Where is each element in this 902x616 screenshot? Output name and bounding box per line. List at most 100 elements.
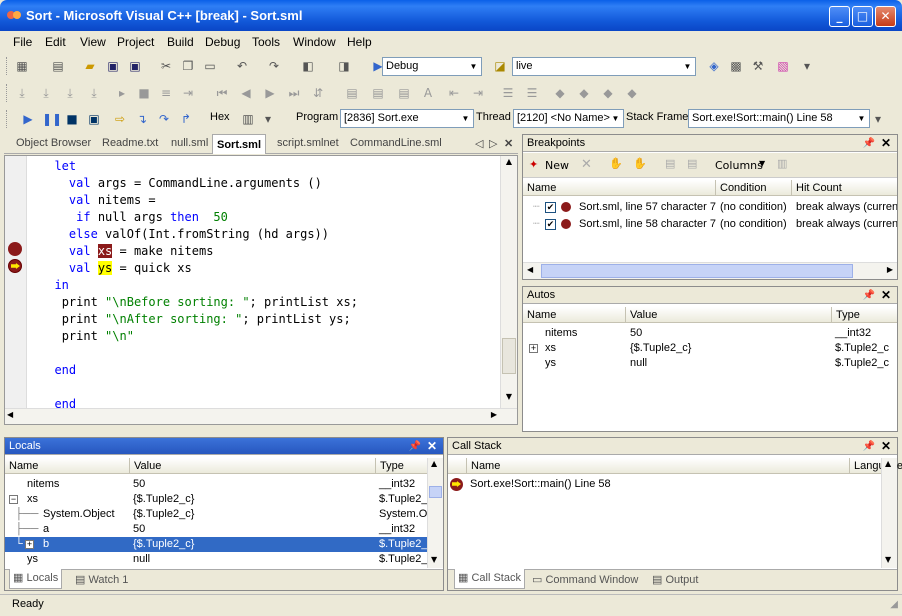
tab-command-window[interactable]: ▭ Command Window (532, 573, 638, 586)
thread-select[interactable]: [2120] <No Name> ▼ (513, 109, 624, 128)
next-bookmark-icon[interactable]: ◆ (576, 85, 592, 101)
tab-object-browser[interactable]: Object Browser (16, 137, 91, 149)
header-name[interactable]: Name (523, 180, 556, 196)
solution-explorer-icon[interactable]: ◈ (706, 58, 722, 74)
header-name[interactable]: Name (523, 307, 556, 323)
uncomment-icon[interactable]: ☰ (524, 85, 540, 101)
expand-icon[interactable]: + (25, 540, 34, 549)
toolbar-options-icon[interactable]: ▾ (870, 111, 886, 127)
paste-icon[interactable]: ▭ (202, 58, 218, 74)
menu-project[interactable]: Project (117, 35, 154, 49)
menu-view[interactable]: View (80, 35, 106, 49)
horizontal-scrollbar[interactable]: ◀ ▶ (5, 408, 517, 424)
scroll-thumb[interactable] (429, 486, 442, 498)
tab-output[interactable]: ▤ Output (652, 573, 698, 586)
scroll-right-icon[interactable]: ▶ (887, 265, 893, 274)
header-name[interactable]: Name (466, 458, 500, 474)
scroll-thumb[interactable] (502, 338, 516, 374)
class-view-icon[interactable]: ▧ (775, 58, 791, 74)
vertical-scrollbar[interactable]: ▲ ▼ (500, 156, 517, 409)
scroll-up-icon[interactable]: ▲ (885, 459, 891, 468)
go-to-source-icon[interactable]: ▤ (665, 157, 675, 170)
breakpoint-icon[interactable] (8, 242, 22, 256)
restart-icon[interactable]: ▣ (86, 111, 102, 127)
pin-icon[interactable]: 📌 (863, 135, 875, 152)
comment-icon[interactable]: ☰ (500, 85, 516, 101)
header-value[interactable]: Value (625, 307, 657, 323)
step-out-icon[interactable]: ↱ (178, 111, 194, 127)
horizontal-scrollbar[interactable]: ◀ ▶ (523, 262, 897, 279)
tab-call-stack[interactable]: ▦ Call Stack (454, 569, 525, 589)
outdent-icon[interactable]: ⇤ (446, 85, 462, 101)
pin-icon[interactable]: 📌 (409, 438, 421, 455)
tab-readme[interactable]: Readme.txt (102, 137, 158, 149)
disable-all-breakpoints-icon[interactable]: ✋ (633, 157, 647, 170)
scroll-up-icon[interactable]: ▲ (431, 459, 437, 468)
last-icon[interactable]: ⏭ (286, 85, 302, 101)
scroll-down-icon[interactable]: ▼ (502, 392, 516, 407)
toggle-icon[interactable]: ⇵ (310, 85, 326, 101)
first-icon[interactable]: ⏮ (214, 85, 230, 101)
breakpoint-checkbox[interactable]: ✔ (545, 202, 556, 213)
toolbar-grip[interactable] (6, 84, 9, 102)
columns-button[interactable]: Columns (715, 159, 763, 172)
autos-row[interactable]: ys null $.Tuple2_c (523, 356, 897, 371)
tab-null-sml[interactable]: null.sml (171, 137, 208, 149)
delete-breakpoint-icon[interactable]: ✕ (581, 157, 592, 172)
scroll-up-icon[interactable]: ▲ (502, 157, 516, 172)
add-item-icon[interactable]: ▤ (50, 58, 66, 74)
locals-row-selected[interactable]: └ + b {$.Tuple2_c} $.Tuple2_c (5, 537, 427, 552)
scroll-down-icon[interactable]: ▼ (885, 555, 891, 564)
save-all-icon[interactable]: ▣ (127, 58, 143, 74)
autos-row[interactable]: + xs {$.Tuple2_c} $.Tuple2_c (523, 341, 897, 356)
menu-window[interactable]: Window (293, 35, 336, 49)
copy-icon[interactable]: ❐ (180, 58, 196, 74)
close-button[interactable]: ✕ (875, 6, 896, 27)
current-statement-icon[interactable] (8, 259, 22, 273)
menu-build[interactable]: Build (167, 35, 194, 49)
properties-icon[interactable]: ▩ (728, 58, 744, 74)
cancel-build-icon[interactable]: ⤓ (86, 85, 102, 101)
save-icon[interactable]: ▣ (105, 58, 121, 74)
nav-forward-icon[interactable]: ◨ (336, 58, 352, 74)
font-icon[interactable]: A (420, 85, 436, 101)
tab-script-smlnet[interactable]: script.smlnet (277, 137, 339, 149)
find-in-files-icon[interactable]: ◪ (492, 58, 508, 74)
open-folder-icon[interactable]: ▰ (82, 58, 98, 74)
break-all-icon[interactable]: ❚❚ (42, 111, 62, 127)
scroll-thumb[interactable] (541, 264, 853, 278)
locals-row[interactable]: − xs {$.Tuple2_c} $.Tuple2_c (5, 492, 427, 507)
breakpoint-row[interactable]: ┈ ✔ Sort.sml, line 58 character 7 (no co… (523, 217, 897, 232)
indent2-icon[interactable]: ⇥ (470, 85, 486, 101)
resize-grip-icon[interactable]: ◢ (890, 599, 898, 610)
toolbar-grip[interactable] (6, 57, 9, 75)
program-select[interactable]: [2836] Sort.exe ▼ (340, 109, 474, 128)
pin-icon[interactable]: 📌 (863, 287, 875, 304)
header-type[interactable]: Type (831, 307, 860, 323)
configuration-select[interactable]: Debug ▼ (382, 57, 482, 76)
scroll-right-icon[interactable]: ▶ (491, 410, 497, 419)
header-type[interactable]: Type (375, 458, 404, 474)
locals-row[interactable]: ├── System.Object {$.Tuple2_c} System.Ob… (5, 507, 427, 522)
continue-icon[interactable]: ▶ (20, 111, 36, 127)
format-icon[interactable]: ≡ (158, 85, 174, 101)
breakpoint-gutter[interactable] (5, 156, 27, 409)
header-hit-count[interactable]: Hit Count (791, 180, 842, 196)
collapse-icon[interactable]: − (9, 495, 18, 504)
close-icon[interactable]: ✕ (881, 135, 891, 152)
new-project-icon[interactable]: ▦ (14, 58, 30, 74)
locals-row[interactable]: nitems 50 __int32 (5, 477, 427, 492)
scroll-left-icon[interactable]: ◀ (7, 410, 13, 419)
pin-icon[interactable]: 📌 (863, 438, 875, 455)
tab-scroll-right-icon[interactable]: ▷ (489, 137, 497, 150)
header-name[interactable]: Name (5, 458, 38, 474)
tab-locals[interactable]: ▦ Locals (9, 569, 63, 589)
minimize-button[interactable]: _ (829, 6, 850, 27)
show-next-statement-icon[interactable]: ⇨ (112, 111, 128, 127)
prev-bookmark-icon[interactable]: ◆ (600, 85, 616, 101)
close-icon[interactable]: ✕ (427, 438, 437, 455)
toolbar-grip[interactable] (6, 110, 9, 128)
build-icon[interactable]: ⤓ (14, 85, 30, 101)
chevron-down-icon[interactable]: ▾ (260, 111, 276, 127)
locals-row[interactable]: ├── a 50 __int32 (5, 522, 427, 537)
